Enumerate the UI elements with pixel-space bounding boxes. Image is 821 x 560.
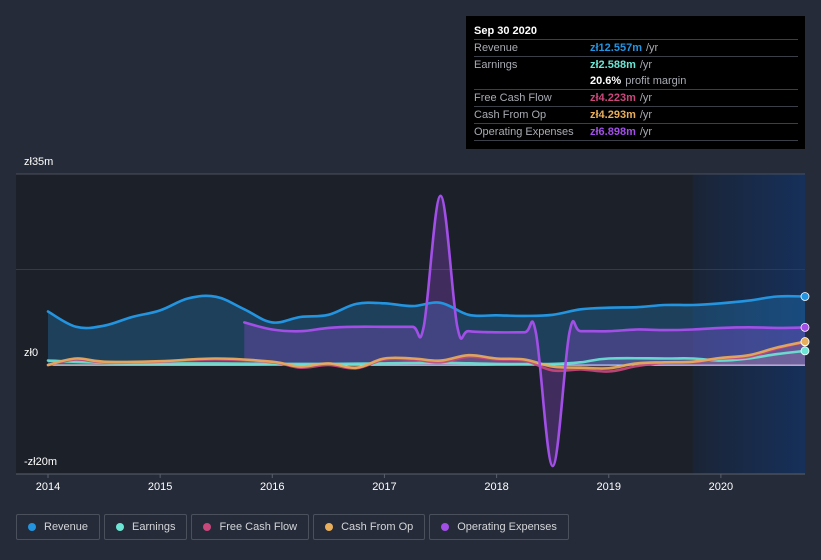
- x-tick-label: 2020: [708, 481, 734, 493]
- tooltip-row-cash-from-op: Cash From Op zł4.293m /yr: [474, 107, 798, 124]
- tooltip-value: zł4.293m: [590, 109, 636, 121]
- tooltip-row-profit-margin: 20.6% profit margin: [474, 73, 798, 90]
- tooltip-value: zł6.898m: [590, 126, 636, 138]
- legend-label: Revenue: [44, 521, 89, 533]
- endpoint-operating-expenses: [800, 322, 810, 332]
- legend-label: Free Cash Flow: [219, 521, 298, 533]
- tooltip-date: Sep 30 2020: [474, 23, 798, 40]
- tooltip-value: zł2.588m: [590, 59, 636, 71]
- legend-dot-icon: [28, 523, 36, 531]
- tooltip-value: zł12.557m: [590, 42, 642, 54]
- tooltip-panel: Sep 30 2020 Revenue zł12.557m /yr Earnin…: [466, 16, 805, 149]
- tooltip-value: zł4.223m: [590, 92, 636, 104]
- tooltip-unit: /yr: [639, 92, 653, 104]
- tooltip-unit: /yr: [639, 59, 653, 71]
- legend-dot-icon: [116, 523, 125, 531]
- tooltip-label: Earnings: [474, 59, 518, 71]
- tooltip-value: 20.6%: [590, 75, 622, 87]
- legend-label: Operating Expenses: [457, 521, 557, 533]
- tooltip-label: Operating Expenses: [474, 126, 574, 138]
- legend-dot-icon: [203, 523, 212, 531]
- tooltip-row-earnings: Earnings zł2.588m /yr: [474, 57, 798, 73]
- x-tick-label: 2019: [596, 481, 621, 493]
- y-tick-label-bottom: -zł20m: [24, 456, 58, 468]
- tooltip-unit: /yr: [639, 109, 653, 121]
- chart-legend: Revenue Earnings Free Cash Flow Cash Fro…: [16, 514, 573, 540]
- legend-label: Cash From Op: [341, 521, 414, 533]
- tooltip-unit: /yr: [645, 42, 659, 54]
- tooltip-unit: profit margin: [625, 75, 687, 87]
- tooltip-unit: /yr: [639, 126, 653, 138]
- x-tick-label: 2016: [260, 481, 285, 493]
- endpoint-revenue: [800, 292, 810, 301]
- tooltip-row-free-cash-flow: Free Cash Flow zł4.223m /yr: [474, 90, 798, 107]
- legend-label: Earnings: [132, 521, 176, 533]
- x-tick-label: 2017: [372, 481, 397, 493]
- legend-dot-icon: [441, 523, 450, 531]
- x-tick-label: 2014: [35, 481, 61, 493]
- legend-item-free-cash-flow[interactable]: Free Cash Flow: [191, 514, 310, 540]
- tooltip-label: Free Cash Flow: [474, 92, 552, 104]
- legend-item-revenue[interactable]: Revenue: [16, 514, 101, 540]
- y-tick-label-zero: zł0: [24, 347, 39, 359]
- x-tick-label: 2018: [484, 481, 509, 493]
- legend-item-earnings[interactable]: Earnings: [104, 514, 188, 540]
- tooltip-row-revenue: Revenue zł12.557m /yr: [474, 40, 798, 57]
- legend-item-cash-from-op[interactable]: Cash From Op: [313, 514, 426, 540]
- tooltip-row-operating-expenses: Operating Expenses zł6.898m /yr: [474, 124, 798, 141]
- x-tick-label: 2015: [147, 481, 173, 493]
- endpoint-earnings: [800, 346, 810, 356]
- y-tick-label-top: zł35m: [24, 156, 54, 168]
- tooltip-label: [474, 73, 590, 89]
- tooltip-label: Revenue: [474, 42, 519, 54]
- tooltip-label: Cash From Op: [474, 109, 547, 121]
- endpoint-cash-from-op: [800, 337, 810, 346]
- legend-dot-icon: [325, 523, 334, 531]
- legend-item-operating-expenses[interactable]: Operating Expenses: [429, 514, 569, 540]
